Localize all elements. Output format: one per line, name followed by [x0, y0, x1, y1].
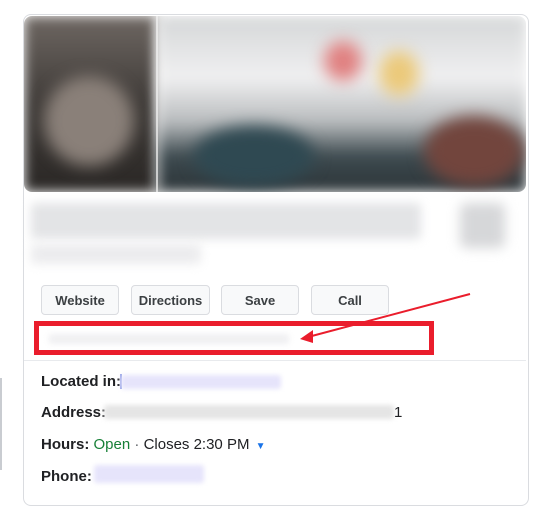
- hours-row[interactable]: Hours: Open · Closes 2:30 PM ▼: [41, 436, 266, 453]
- located-in-row: Located in:: [41, 373, 121, 390]
- save-button[interactable]: Save: [221, 285, 299, 315]
- blurred-photo-detail: [194, 126, 314, 186]
- call-button[interactable]: Call: [311, 285, 389, 315]
- website-button[interactable]: Website: [41, 285, 119, 315]
- blurred-photo-detail: [424, 116, 524, 186]
- hours-separator: ·: [134, 436, 140, 453]
- address-value-tail: 1: [394, 404, 403, 421]
- business-title-redacted: [31, 203, 421, 239]
- annotation-highlight-box: [34, 321, 434, 355]
- blurred-photo-detail: [324, 41, 362, 81]
- blurred-photo-detail: [379, 51, 419, 96]
- photo-divider: [156, 16, 158, 192]
- caret-down-icon[interactable]: ▼: [256, 441, 266, 452]
- located-in-label: Located in:: [41, 373, 122, 390]
- address-value-redacted: [104, 405, 394, 419]
- address-row: Address:: [41, 404, 106, 421]
- phone-value-redacted[interactable]: [94, 465, 204, 483]
- business-logo-redacted: [460, 203, 505, 248]
- window-edge: [0, 378, 2, 470]
- address-label: Address:: [41, 404, 107, 421]
- business-subtitle-redacted: [31, 244, 201, 264]
- located-in-value-redacted[interactable]: [121, 375, 281, 389]
- hours-status: Open: [93, 436, 131, 453]
- blurred-photo-detail: [44, 76, 134, 166]
- phone-label: Phone:: [41, 468, 92, 485]
- hours-closing-time[interactable]: Closes 2:30 PM: [144, 436, 250, 453]
- phone-row: Phone:: [41, 468, 92, 485]
- section-divider: [24, 360, 526, 361]
- photo-gallery[interactable]: [24, 16, 526, 192]
- redacted-text: [49, 334, 289, 344]
- hours-label: Hours:: [41, 436, 90, 453]
- directions-button[interactable]: Directions: [131, 285, 210, 315]
